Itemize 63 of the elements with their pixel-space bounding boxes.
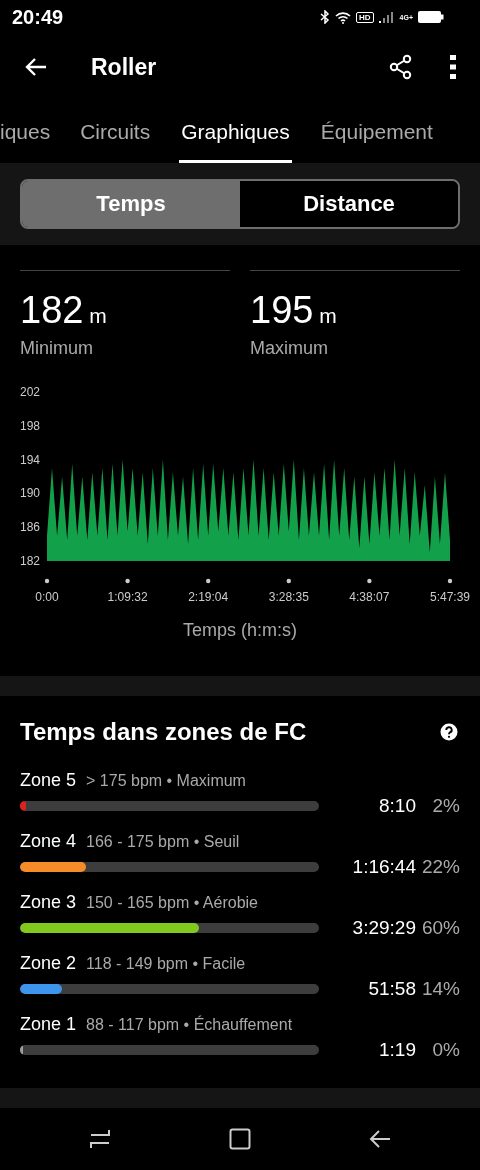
y-tick-label: 194 (20, 452, 41, 467)
y-tick-label: 202 (20, 385, 41, 399)
x-tick-label: 0:00 (35, 590, 59, 604)
zone-percent: 22% (420, 856, 460, 878)
zone-time: 8:10 (378, 795, 416, 817)
segment-button[interactable]: Distance (240, 181, 458, 227)
zone-time: 1:16:44 (351, 856, 416, 878)
zone-range: 88 - 117 bpm • Échauffement (86, 1016, 293, 1034)
zone-time: 3:29:29 (351, 917, 416, 939)
back-icon[interactable] (369, 1128, 391, 1150)
home-icon[interactable] (229, 1128, 251, 1150)
battery-icon (418, 11, 444, 23)
x-tick-label: 3:28:35 (268, 590, 309, 604)
zone-percent: 60% (420, 917, 460, 939)
y-tick-label: 186 (20, 520, 41, 535)
x-tick-label: 2:19:04 (188, 590, 229, 604)
x-tick-label: 5:47:39 (430, 590, 470, 604)
zone-name: Zone 3 (20, 892, 77, 913)
zone-time: 1:19 (378, 1039, 416, 1061)
tab[interactable]: Circuits (65, 100, 166, 163)
x-tick-mark (44, 578, 50, 584)
zone-range: 118 - 149 bpm • Facile (86, 955, 246, 973)
share-icon[interactable] (388, 54, 414, 80)
tab[interactable]: Équipement (305, 100, 448, 163)
y-tick-label: 182 (20, 554, 41, 568)
zone-range: 150 - 165 bpm • Aérobie (86, 894, 258, 912)
zone-percent: 14% (420, 978, 460, 1000)
back-arrow-icon[interactable] (24, 57, 48, 77)
stat-value: 182 m (20, 289, 108, 332)
bluetooth-icon (320, 10, 330, 24)
stat-label: Maximum (250, 338, 329, 359)
hd-indicator: HD (356, 11, 374, 23)
recent-apps-icon[interactable] (89, 1128, 111, 1150)
x-tick-mark (367, 578, 372, 584)
x-tick-label: 4:38:07 (349, 590, 390, 604)
help-icon[interactable] (440, 723, 458, 741)
x-tick-mark (206, 578, 211, 584)
zone-name: Zone 5 (20, 770, 77, 791)
zone-name: Zone 1 (20, 1014, 77, 1035)
zone-range: 166 - 175 bpm • Seuil (86, 833, 240, 851)
x-tick-mark (286, 578, 291, 584)
more-options-icon[interactable] (450, 55, 456, 79)
zone-percent: 2% (431, 795, 460, 817)
zone-range: > 175 bpm • Maximum (86, 772, 246, 790)
section-title: Temps dans zones de FC (20, 718, 307, 746)
x-tick-label: 1:09:32 (107, 590, 148, 604)
zone-name: Zone 4 (20, 831, 77, 852)
x-tick-mark (447, 578, 453, 584)
signal-icon (378, 11, 395, 23)
stat-value: 195 m (250, 289, 338, 332)
status-time: 20:49 (12, 5, 64, 29)
zone-name: Zone 2 (20, 953, 77, 974)
zone-time: 51:58 (367, 978, 416, 1000)
stat-label: Minimum (20, 338, 94, 359)
axis-title: Temps (h:m:s) (182, 620, 298, 641)
wifi-icon (335, 10, 351, 24)
x-tick-mark (125, 578, 130, 584)
y-tick-label: 198 (20, 418, 41, 433)
screen-title: Roller (91, 53, 158, 81)
y-tick-label: 190 (20, 486, 41, 501)
segment-button[interactable]: Temps (22, 181, 240, 227)
zone-percent: 0% (431, 1039, 460, 1061)
tab[interactable]: iques (0, 100, 66, 163)
